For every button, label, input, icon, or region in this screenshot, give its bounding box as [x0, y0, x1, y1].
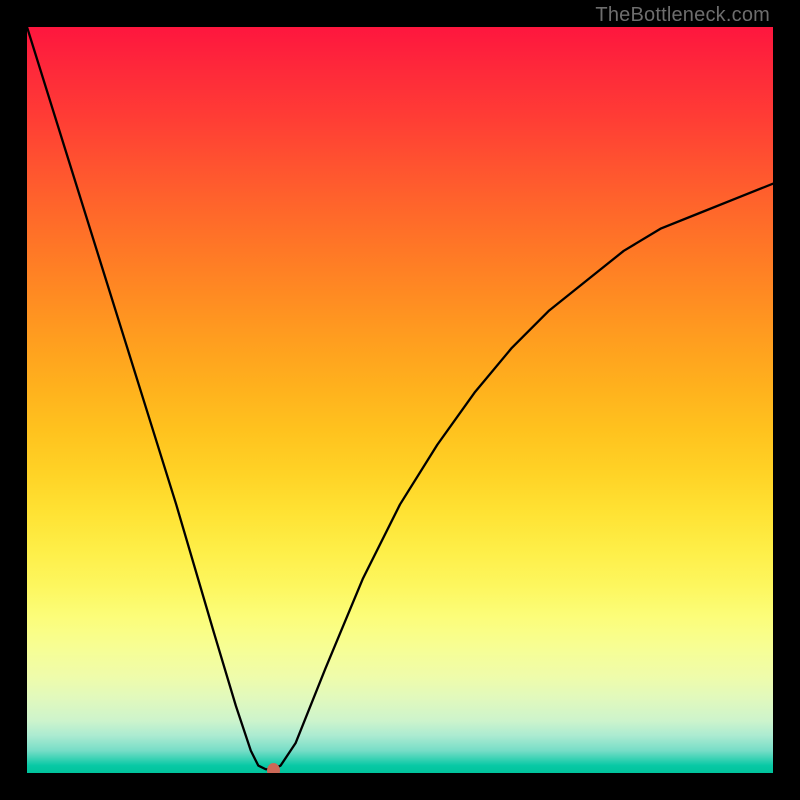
watermark-text: TheBottleneck.com: [595, 4, 770, 27]
minimum-marker: [267, 763, 280, 773]
plot-area: [27, 27, 773, 773]
chart-frame: TheBottleneck.com: [0, 0, 800, 800]
bottleneck-curve: [27, 27, 773, 773]
